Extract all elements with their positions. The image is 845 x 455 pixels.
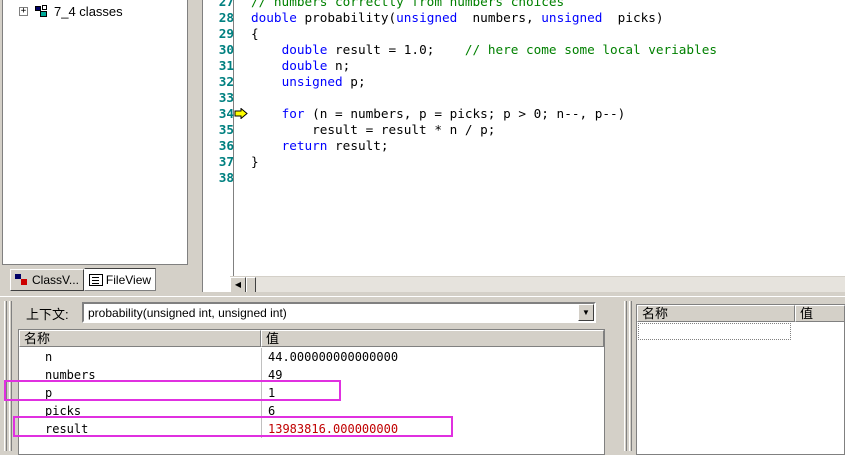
highlight-box (13, 416, 453, 437)
code-keyword: double (281, 58, 328, 73)
code-token: result = 1.0; (327, 42, 465, 57)
scroll-left-button[interactable]: ◀ (230, 277, 246, 293)
line-number: 35 (218, 122, 234, 137)
line-number: 37 (218, 154, 234, 169)
classes-folder-icon (35, 4, 49, 18)
code-line[interactable]: 36 return result; (219, 138, 717, 154)
tab-label: ClassV... (32, 273, 79, 287)
code-comment: // here come some local veriables (464, 42, 717, 57)
code-keyword: unsigned (396, 10, 458, 25)
dock-grip[interactable] (624, 301, 627, 451)
code-keyword: unsigned (281, 74, 343, 89)
variable-name: n (45, 350, 53, 364)
code-keyword: unsigned (541, 10, 603, 25)
code-comment: // numbers correctly from numbers choice… (251, 0, 565, 9)
column-header-value[interactable]: 值 (795, 305, 845, 322)
code-token: { (251, 26, 259, 41)
watch-window: 名称 值 (620, 297, 845, 455)
context-select[interactable]: probability(unsigned int, unsigned int) … (82, 302, 596, 323)
line-number: 27 (218, 0, 234, 9)
tab-file-view[interactable]: FileView (83, 268, 157, 291)
line-number: 31 (218, 58, 234, 73)
code-keyword: double (281, 42, 328, 57)
variable-value[interactable]: 44.000000000000000 (261, 348, 398, 366)
variable-row-n[interactable]: n 44.000000000000000 (19, 348, 398, 366)
grid-header: 名称 值 (637, 305, 845, 322)
column-header-value[interactable]: 值 (261, 330, 604, 347)
grid-header: 名称 值 (19, 330, 604, 347)
highlight-box (4, 380, 341, 401)
line-number: 29 (218, 26, 234, 41)
code-token: n; (327, 58, 351, 73)
file-view-icon (88, 273, 103, 286)
tree-item-label: 7_4 classes (54, 3, 123, 19)
line-number: 32 (218, 74, 234, 89)
line-number: 33 (218, 90, 234, 105)
class-tree: + 7_4 classes (2, 0, 188, 265)
code-token: probability( (296, 10, 397, 25)
line-number: 36 (218, 138, 234, 153)
dock-grip[interactable] (4, 301, 7, 451)
code-line[interactable]: 27 // numbers correctly from numbers choi… (219, 0, 717, 10)
watch-new-entry[interactable] (638, 323, 791, 340)
code-line[interactable]: 35 result = result * n / p; (219, 122, 717, 138)
code-line[interactable]: 34 for (n = numbers, p = picks; p > 0; n… (219, 106, 717, 122)
code-keyword: double (251, 10, 297, 25)
code-line[interactable]: 32 unsigned p; (219, 74, 717, 90)
line-number: 38 (218, 170, 234, 185)
tree-item-classes[interactable]: + 7_4 classes (19, 2, 123, 20)
context-label: 上下文: (26, 307, 69, 322)
horizontal-scrollbar[interactable]: ◀ (230, 276, 845, 293)
code-token: picks) (602, 10, 664, 25)
variables-window: 上下文: probability(unsigned int, unsigned … (0, 297, 620, 455)
dock-grip[interactable] (9, 301, 12, 451)
watch-grid[interactable]: 名称 值 (636, 304, 845, 455)
line-number: 34 (218, 106, 234, 121)
code-text[interactable]: 27 // numbers correctly from numbers choi… (219, 0, 717, 186)
code-line[interactable]: 38 (219, 170, 717, 186)
code-token: result = result * n / p; (251, 122, 496, 137)
code-editor[interactable]: 27 // numbers correctly from numbers choi… (202, 0, 845, 293)
line-number: 30 (218, 42, 234, 57)
code-line[interactable]: 29 { (219, 26, 717, 42)
code-token: (n = numbers, p = picks; p > 0; n--, p--… (304, 106, 626, 121)
code-keyword: return (281, 138, 328, 153)
workspace-panel: + 7_4 classes ClassV... FileView (0, 0, 200, 292)
code-keyword: for (281, 106, 305, 121)
expand-icon[interactable]: + (19, 6, 28, 16)
column-header-name[interactable]: 名称 (19, 330, 261, 347)
workspace-tabs: ClassV... FileView (10, 268, 157, 292)
column-header-name[interactable]: 名称 (637, 305, 795, 322)
code-token: p; (342, 74, 366, 89)
tab-label: FileView (105, 272, 152, 287)
line-number: 28 (218, 10, 234, 25)
code-line[interactable]: 33 (219, 90, 717, 106)
code-line[interactable]: 31 double n; (219, 58, 717, 74)
chevron-down-icon[interactable]: ▼ (578, 304, 594, 321)
code-line[interactable]: 30 double result = 1.0; // here come som… (219, 42, 717, 58)
tab-class-view[interactable]: ClassV... (10, 269, 84, 291)
class-view-icon (15, 274, 29, 286)
dock-grip[interactable] (629, 301, 632, 451)
code-token: } (251, 154, 259, 169)
code-token: numbers, (457, 10, 542, 25)
current-statement-arrow-icon (234, 108, 248, 119)
code-line[interactable]: 28 double probability(unsigned numbers, u… (219, 10, 717, 26)
code-line[interactable]: 37} (219, 154, 717, 170)
code-token: result; (327, 138, 389, 153)
context-value: probability(unsigned int, unsigned int) (88, 306, 287, 320)
scroll-thumb[interactable] (246, 277, 256, 293)
